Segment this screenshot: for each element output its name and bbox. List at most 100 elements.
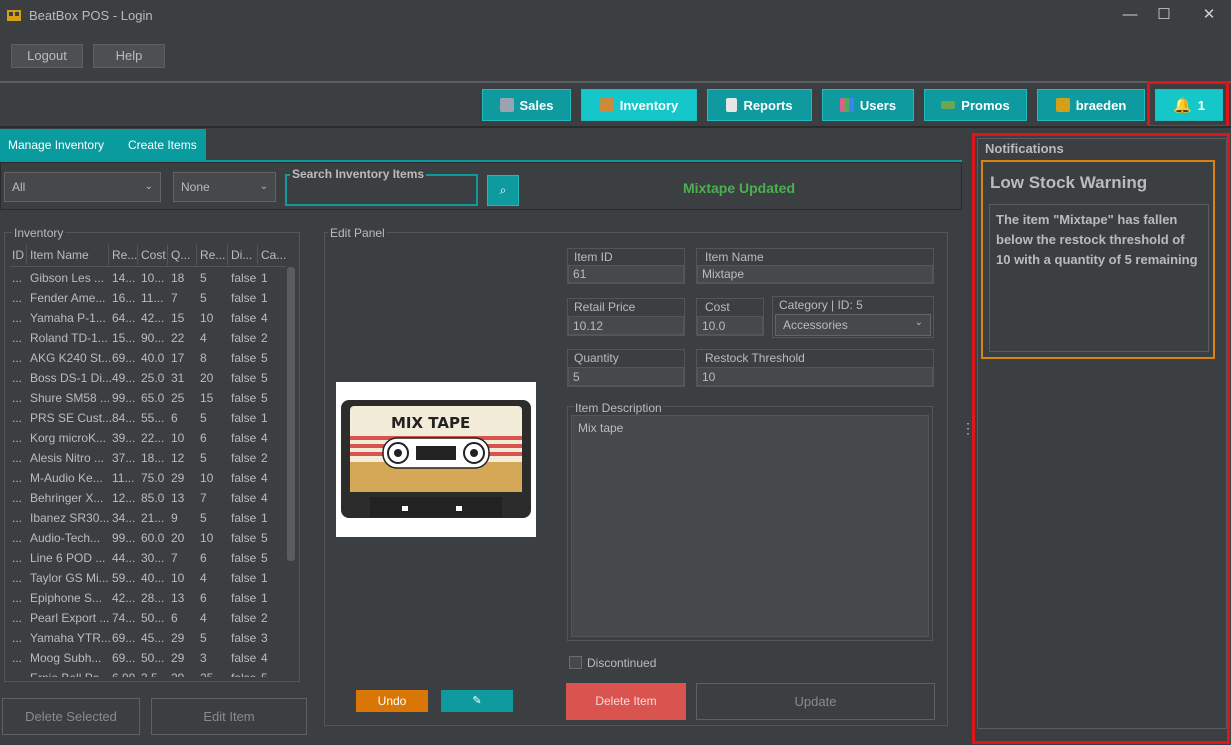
table-cell: 55... bbox=[141, 411, 165, 425]
table-row[interactable]: ... PRS SE Cust... 84... 55... 6 5 false 1 bbox=[10, 408, 286, 428]
item-id-field[interactable]: 61 bbox=[568, 265, 684, 283]
table-row[interactable]: ... Boss DS-1 Di... 49... 25.0 31 20 false 5 bbox=[10, 368, 286, 388]
column-divider[interactable] bbox=[227, 245, 228, 265]
table-row[interactable]: ... Audio-Tech... 99... 60.0 20 10 false 5 bbox=[10, 528, 286, 548]
table-row[interactable]: ... Taylor GS Mi... 59... 40... 10 4 false 1 bbox=[10, 568, 286, 588]
table-cell: 9 bbox=[171, 511, 178, 525]
table-cell: 4 bbox=[261, 471, 268, 485]
table-row[interactable]: ... Yamaha P-1... 64... 42... 15 10 false 4 bbox=[10, 308, 286, 328]
notifications-button[interactable]: 🔔 1 bbox=[1155, 89, 1223, 121]
nav-users-button[interactable]: Users bbox=[822, 89, 914, 121]
table-cell: 16... bbox=[112, 291, 136, 305]
minimize-button[interactable]: — bbox=[1115, 4, 1145, 26]
table-row[interactable]: ... Yamaha YTR... 69... 45... 29 5 false 3 bbox=[10, 628, 286, 648]
splitter-handle[interactable]: ⋮ bbox=[961, 421, 975, 442]
column-header[interactable]: Re... bbox=[200, 248, 225, 262]
column-header[interactable]: Ca... bbox=[261, 248, 286, 262]
maximize-button[interactable]: ☐ bbox=[1149, 4, 1179, 26]
retail-price-field[interactable]: 10.12 bbox=[568, 316, 684, 335]
column-header[interactable]: Re... bbox=[112, 248, 137, 262]
table-row[interactable]: ... Korg microK... 39... 22... 10 6 false 4 bbox=[10, 428, 286, 448]
table-row[interactable]: ... Behringer X... 12... 85.0 13 7 false 4 bbox=[10, 488, 286, 508]
column-header[interactable]: Di... bbox=[231, 248, 252, 262]
column-header[interactable]: Cost bbox=[141, 248, 166, 262]
table-cell: ... bbox=[12, 411, 23, 425]
column-header[interactable]: ID bbox=[12, 248, 24, 262]
table-cell: ... bbox=[12, 291, 23, 305]
undo-button[interactable]: Undo bbox=[356, 690, 428, 712]
cost-field[interactable]: 10.0 bbox=[697, 316, 763, 335]
nav-sales-button[interactable]: Sales bbox=[482, 89, 571, 121]
table-cell: 34... bbox=[112, 511, 136, 525]
table-cell: 8 bbox=[200, 351, 207, 365]
table-cell: 84... bbox=[112, 411, 136, 425]
table-row[interactable]: ... Gibson Les ... 14... 10... 18 5 false 1 bbox=[10, 268, 286, 288]
tab-manage-label: Manage Inventory bbox=[8, 137, 105, 152]
table-cell: 22 bbox=[171, 331, 185, 345]
table-cell: false bbox=[231, 391, 257, 405]
table-cell: 99... bbox=[112, 391, 136, 405]
column-divider[interactable] bbox=[257, 245, 258, 265]
discontinued-checkbox[interactable] bbox=[569, 656, 582, 669]
nav-inventory-button[interactable]: Inventory bbox=[581, 89, 697, 121]
column-header[interactable]: Item Name bbox=[30, 248, 89, 262]
column-divider[interactable] bbox=[196, 245, 197, 265]
table-cell: 2 bbox=[261, 611, 268, 625]
nav-reports-button[interactable]: Reports bbox=[707, 89, 812, 121]
cost-group: Cost 10.0 bbox=[696, 298, 764, 336]
table-cell: ... bbox=[12, 471, 23, 485]
description-textarea[interactable]: Mix tape bbox=[571, 415, 929, 637]
nav-promos-button[interactable]: Promos bbox=[924, 89, 1027, 121]
table-row[interactable]: ... Epiphone S... 42... 28... 13 6 false 1 bbox=[10, 588, 286, 608]
column-divider[interactable] bbox=[167, 245, 168, 265]
table-row[interactable]: ... AKG K240 St... 69... 40.0 17 8 false 5 bbox=[10, 348, 286, 368]
category-filter-select[interactable]: All ⌄ bbox=[4, 172, 161, 202]
tab-create-items[interactable]: Create Items bbox=[116, 129, 206, 160]
table-row[interactable]: ... M-Audio Ke... 11... 75.0 29 10 false 4 bbox=[10, 468, 286, 488]
restock-field[interactable]: 10 bbox=[697, 367, 933, 386]
column-divider[interactable] bbox=[137, 245, 138, 265]
quantity-field[interactable]: 5 bbox=[568, 367, 684, 386]
update-button[interactable]: Update bbox=[696, 683, 935, 720]
nav-sales-label: Sales bbox=[519, 97, 554, 113]
table-row[interactable]: ... Alesis Nitro ... 37... 18... 12 5 false 2 bbox=[10, 448, 286, 468]
help-button[interactable]: Help bbox=[93, 44, 165, 68]
table-cell: 6 bbox=[171, 611, 178, 625]
delete-item-button[interactable]: Delete Item bbox=[566, 683, 686, 720]
table-cell: false bbox=[231, 311, 257, 325]
table-row[interactable]: ... Pearl Export ... 74... 50... 6 4 false 2 bbox=[10, 608, 286, 628]
promo-ticket-icon bbox=[941, 101, 956, 109]
sub-filter-select[interactable]: None ⌄ bbox=[173, 172, 276, 202]
table-cell: Shure SM58 ... bbox=[30, 391, 111, 405]
edit-item-button[interactable]: Edit Item bbox=[151, 698, 307, 735]
scrollbar-thumb[interactable] bbox=[287, 267, 295, 561]
item-name-field[interactable]: Mixtape bbox=[697, 265, 933, 283]
table-cell: 5 bbox=[261, 671, 268, 677]
table-row[interactable]: ... Ernie Ball Po...6.99 3.5 29 25 false 5 bbox=[10, 668, 286, 677]
table-row[interactable]: ... Moog Subh... 69... 50... 29 3 false 4 bbox=[10, 648, 286, 668]
column-divider[interactable] bbox=[26, 245, 27, 265]
tab-manage-inventory[interactable]: Manage Inventory bbox=[0, 129, 116, 160]
low-stock-card[interactable]: Low Stock Warning The item "Mixtape" has… bbox=[981, 160, 1215, 359]
table-row[interactable]: ... Shure SM58 ... 99... 65.0 25 15 false 5 bbox=[10, 388, 286, 408]
table-cell: Fender Ame... bbox=[30, 291, 106, 305]
table-row[interactable]: ... Line 6 POD ... 44... 30... 7 6 false 5 bbox=[10, 548, 286, 568]
item-name-group: Item Name Mixtape bbox=[696, 248, 934, 284]
table-row[interactable]: ... Ibanez SR30... 34... 21... 9 5 false 1 bbox=[10, 508, 286, 528]
nav-user-button[interactable]: braeden bbox=[1037, 89, 1145, 121]
close-button[interactable]: ✕ bbox=[1194, 4, 1224, 26]
low-stock-message: The item "Mixtape" has fallen below the … bbox=[989, 204, 1209, 352]
table-cell: 21... bbox=[141, 511, 165, 525]
upload-image-button[interactable]: ✎ bbox=[441, 690, 513, 712]
table-row[interactable]: ... Roland TD-1... 15... 90... 22 4 false 2 bbox=[10, 328, 286, 348]
table-cell: AKG K240 St... bbox=[30, 351, 112, 365]
table-cell: false bbox=[231, 651, 257, 665]
table-row[interactable]: ... Fender Ame... 16... 11... 7 5 false 1 bbox=[10, 288, 286, 308]
category-select[interactable]: Accessories ⌄ bbox=[775, 314, 931, 336]
search-button[interactable]: ⌕ bbox=[487, 175, 519, 206]
logout-button[interactable]: Logout bbox=[11, 44, 83, 68]
inventory-table[interactable]: ID Item Name Re... Cost Q... Re... Di... Ca... … bbox=[10, 243, 295, 677]
column-divider[interactable] bbox=[108, 245, 109, 265]
column-header[interactable]: Q... bbox=[171, 248, 190, 262]
delete-selected-button[interactable]: Delete Selected bbox=[2, 698, 140, 735]
